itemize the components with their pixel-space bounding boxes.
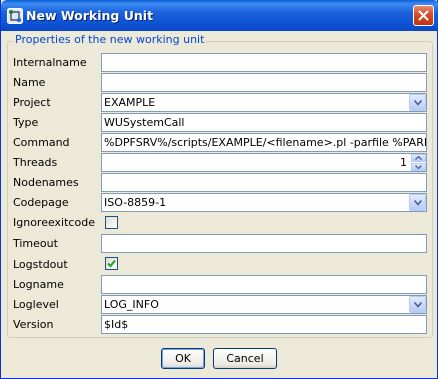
loglevel-label: Loglevel: [13, 298, 59, 311]
type-label: Type: [13, 116, 39, 129]
version-label: Version: [13, 318, 54, 331]
project-dropdown-button[interactable]: [409, 94, 426, 111]
timeout-input[interactable]: [101, 234, 427, 253]
chevron-down-icon: [415, 165, 422, 169]
logstdout-label: Logstdout: [13, 258, 68, 271]
internalname-label: Internalname: [13, 56, 87, 69]
checkmark-icon: [107, 259, 116, 268]
name-input[interactable]: [101, 73, 427, 92]
loglevel-value: LOG_INFO: [104, 298, 159, 311]
project-value: EXAMPLE: [104, 96, 156, 109]
codepage-label: Codepage: [13, 196, 69, 209]
codepage-value: ISO-8859-1: [104, 196, 167, 209]
codepage-dropdown-button[interactable]: [409, 194, 426, 211]
chevron-down-icon: [414, 100, 422, 106]
name-label: Name: [13, 76, 46, 89]
timeout-label: Timeout: [13, 237, 58, 250]
ignoreexitcode-label: Ignoreexitcode: [13, 216, 95, 229]
threads-increment-button[interactable]: [411, 154, 426, 162]
command-label: Command: [13, 136, 70, 149]
loglevel-dropdown-button[interactable]: [409, 296, 426, 313]
ok-button[interactable]: OK: [161, 348, 205, 369]
type-input[interactable]: WUSystemCall: [101, 113, 427, 132]
chevron-down-icon: [414, 302, 422, 308]
threads-spinner[interactable]: 1: [101, 153, 427, 172]
title-bar[interactable]: New Working Unit: [1, 0, 438, 31]
logstdout-checkbox[interactable]: [105, 257, 118, 270]
project-combo[interactable]: EXAMPLE: [101, 93, 427, 112]
ignoreexitcode-checkbox[interactable]: [105, 216, 118, 229]
logname-label: Logname: [13, 278, 64, 291]
project-label: Project: [13, 96, 51, 109]
version-input[interactable]: $Id$: [101, 315, 427, 334]
chevron-down-icon: [414, 200, 422, 206]
window-title: New Working Unit: [26, 8, 154, 23]
group-title: Properties of the new working unit: [14, 33, 206, 46]
threads-label: Threads: [13, 156, 58, 169]
command-input[interactable]: %DPFSRV%/scripts/EXAMPLE/<filename>.pl -…: [101, 133, 427, 152]
close-icon: [418, 10, 429, 21]
threads-value: 1: [400, 156, 407, 169]
app-icon: [7, 8, 23, 24]
internalname-input[interactable]: [101, 53, 427, 72]
codepage-combo[interactable]: ISO-8859-1: [101, 193, 427, 212]
cancel-button[interactable]: Cancel: [213, 348, 277, 369]
threads-decrement-button[interactable]: [411, 163, 426, 171]
dialog-window: New Working Unit Properties of the new w…: [0, 0, 438, 379]
close-button[interactable]: [413, 5, 434, 26]
nodenames-label: Nodenames: [13, 176, 79, 189]
chevron-up-icon: [415, 156, 422, 160]
nodenames-input[interactable]: [101, 173, 427, 192]
loglevel-combo[interactable]: LOG_INFO: [101, 295, 427, 314]
logname-input[interactable]: [101, 275, 427, 294]
